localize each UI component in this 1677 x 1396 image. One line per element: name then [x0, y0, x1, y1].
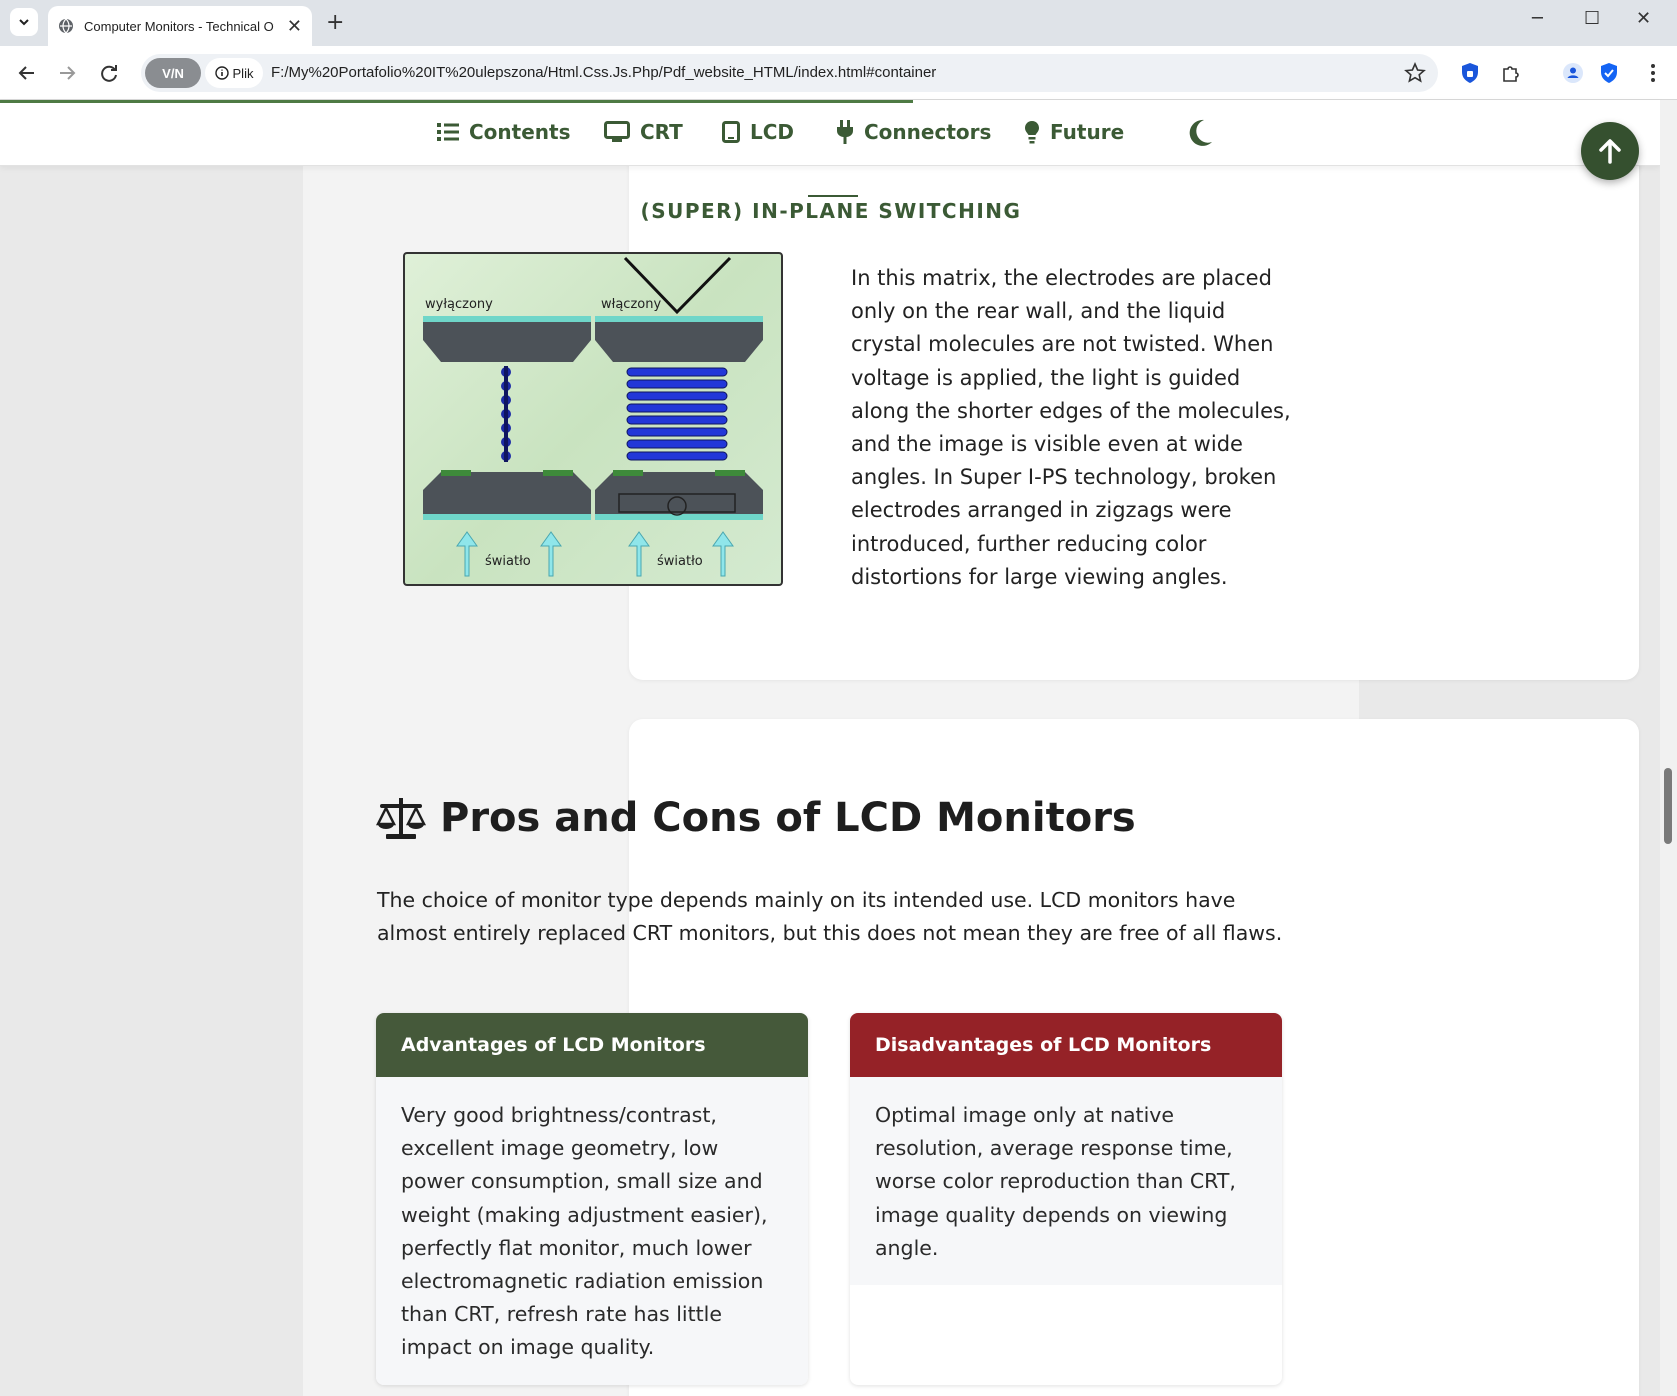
plus-icon[interactable]: +: [326, 10, 344, 35]
lightbulb-icon: [1025, 121, 1039, 144]
profile-icon[interactable]: [1560, 60, 1586, 86]
tab-title: Computer Monitors - Technical Ov: [84, 18, 274, 34]
scrollbar-thumb[interactable]: [1664, 768, 1672, 844]
site-info-label: Plik: [232, 65, 254, 81]
ips-diagram-image: wyłączony włączony światło światło: [403, 252, 783, 586]
theme-toggle-button[interactable]: [1186, 118, 1214, 152]
tab-list-icon: [19, 19, 29, 26]
nav-crt-label: CRT: [640, 120, 683, 144]
advantages-text: Very good brightness/contrast, excellent…: [376, 1077, 808, 1385]
nav-future[interactable]: Future: [1024, 120, 1124, 144]
back-icon[interactable]: [12, 58, 42, 88]
label-off: wyłączony: [425, 297, 493, 312]
puzzle-icon[interactable]: [1498, 60, 1524, 86]
back-to-top-button[interactable]: [1581, 122, 1639, 180]
moon-icon: [1189, 119, 1212, 146]
label-on: włączony: [601, 297, 661, 312]
tab-list-button[interactable]: [10, 8, 38, 36]
nav-connectors-label: Connectors: [864, 120, 992, 144]
label-light-right: światło: [657, 554, 703, 569]
info-icon: [214, 66, 229, 80]
disadvantages-title: Disadvantages of LCD Monitors: [850, 1013, 1282, 1077]
tablet-icon: [722, 121, 740, 143]
maximize-icon[interactable]: ☐: [1584, 8, 1600, 29]
label-light-left: światło: [485, 554, 531, 569]
url-text[interactable]: F:/My%20Portafolio%20IT%20ulepszona/Html…: [271, 64, 936, 81]
active-tab[interactable]: Computer Monitors - Technical Ov ✕: [48, 6, 312, 46]
menu-icon[interactable]: [1640, 60, 1666, 86]
vertical-scrollbar[interactable]: [1660, 100, 1677, 1396]
close-window-icon[interactable]: ✕: [1636, 8, 1651, 29]
nav-lcd-label: LCD: [750, 120, 795, 144]
arrow-up-icon: [1599, 139, 1621, 164]
ips-description: In this matrix, the electrodes are place…: [851, 266, 1291, 589]
browser-tabstrip: Computer Monitors - Technical Ov ✕ + ─ ☐…: [0, 0, 1677, 46]
address-bar[interactable]: V/N Plik F:/My%20Portafolio%20IT%20uleps…: [141, 54, 1438, 92]
star-icon[interactable]: [1404, 62, 1426, 84]
site-navbar: Contents CRT LCD Connectors Future: [0, 100, 1660, 166]
nav-future-label: Future: [1050, 120, 1125, 144]
site-info-chip[interactable]: Plik: [205, 58, 263, 88]
nav-connectors[interactable]: Connectors: [836, 120, 991, 144]
pros-cons-title: Pros and Cons of LCD Monitors: [440, 795, 1136, 841]
forward-icon[interactable]: [52, 58, 82, 88]
close-icon[interactable]: ✕: [287, 16, 302, 37]
title-divider: [808, 195, 858, 197]
shield-icon[interactable]: [1457, 60, 1483, 86]
monitor-icon: [604, 121, 630, 142]
nav-contents-label: Contents: [469, 120, 571, 144]
scale-icon: [376, 798, 426, 839]
list-icon: [437, 123, 459, 141]
vpn-badge[interactable]: V/N: [145, 58, 201, 88]
reload-icon[interactable]: [94, 58, 124, 88]
check-shield-icon[interactable]: [1596, 60, 1622, 86]
nav-lcd[interactable]: LCD: [722, 120, 794, 144]
globe-icon: [59, 18, 73, 34]
disadvantages-box: Disadvantages of LCD Monitors Optimal im…: [850, 1013, 1282, 1385]
advantages-title: Advantages of LCD Monitors: [376, 1013, 808, 1077]
disadvantages-text: Optimal image only at native resolution,…: [850, 1077, 1282, 1286]
nav-crt[interactable]: CRT: [604, 120, 683, 144]
nav-contents[interactable]: Contents: [437, 120, 570, 144]
section-title: (SUPER) IN-PLANE SWITCHING: [640, 199, 1022, 223]
browser-toolbar: V/N Plik F:/My%20Portafolio%20IT%20uleps…: [0, 46, 1677, 100]
reading-progress-bar: [0, 100, 913, 103]
plug-icon: [837, 120, 853, 144]
pros-cons-heading: Pros and Cons of LCD Monitors: [376, 795, 1136, 841]
advantages-box: Advantages of LCD Monitors Very good bri…: [376, 1013, 808, 1385]
minimize-icon[interactable]: ─: [1532, 8, 1543, 29]
pros-cons-intro: The choice of monitor type depends mainl…: [377, 888, 1283, 945]
